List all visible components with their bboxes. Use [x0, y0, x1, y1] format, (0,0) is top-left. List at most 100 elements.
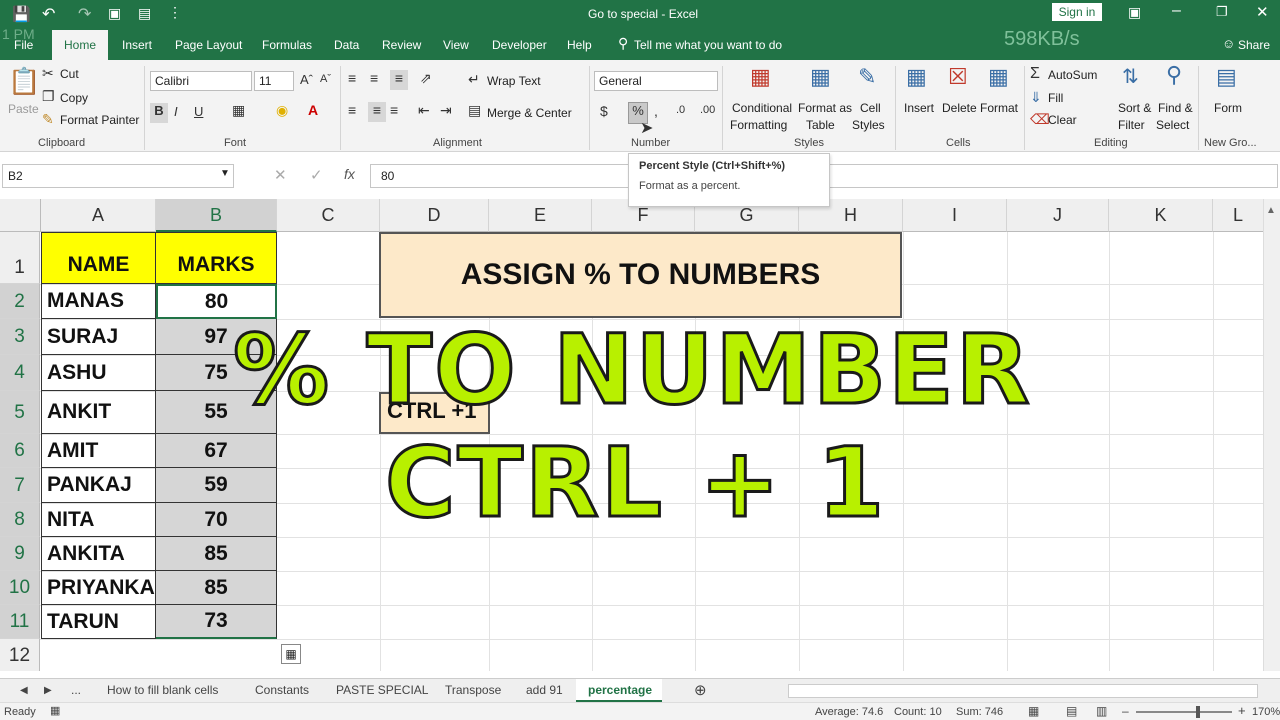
- currency-icon[interactable]: $: [600, 103, 608, 119]
- tab-formulas[interactable]: Formulas: [262, 38, 312, 52]
- marks-cell[interactable]: 67: [156, 434, 277, 468]
- increase-decimal-icon[interactable]: .0: [676, 104, 685, 116]
- page-break-view-icon[interactable]: ▥: [1096, 704, 1107, 718]
- tab-help[interactable]: Help: [567, 38, 592, 52]
- tab-home[interactable]: Home: [64, 38, 96, 52]
- conditional-formatting-label-2[interactable]: Formatting: [730, 118, 787, 132]
- font-size-select[interactable]: 11: [254, 71, 294, 91]
- customize-qat-icon[interactable]: ⋮: [168, 4, 182, 21]
- clear-icon[interactable]: ⌫: [1030, 111, 1050, 128]
- name-cell[interactable]: ANKITA: [41, 537, 156, 571]
- camera-icon[interactable]: ▣: [108, 5, 121, 22]
- insert-function-icon[interactable]: fx: [344, 166, 355, 182]
- row-header-10[interactable]: 10: [0, 571, 40, 605]
- tab-review[interactable]: Review: [382, 38, 421, 52]
- name-cell[interactable]: MANAS: [41, 284, 156, 319]
- align-bottom-icon[interactable]: ≡: [390, 70, 408, 90]
- tab-insert[interactable]: Insert: [122, 38, 152, 52]
- column-header-l[interactable]: L: [1213, 199, 1263, 232]
- column-header-i[interactable]: I: [903, 199, 1007, 232]
- name-cell[interactable]: TARUN: [41, 605, 156, 639]
- wrap-text-icon[interactable]: ↵: [468, 71, 480, 88]
- font-name-select[interactable]: Calibri: [150, 71, 252, 91]
- marks-cell[interactable]: 73: [156, 605, 277, 639]
- format-as-table-label-1[interactable]: Format as: [798, 101, 852, 115]
- column-header-d[interactable]: D: [380, 199, 489, 232]
- sort-filter-label-1[interactable]: Sort &: [1118, 101, 1151, 115]
- tab-add-91[interactable]: add 91: [526, 683, 563, 697]
- italic-icon[interactable]: I: [174, 104, 178, 119]
- borders-icon[interactable]: ▦: [232, 102, 245, 119]
- cut-button[interactable]: Cut: [60, 67, 79, 81]
- tab-constants[interactable]: Constants: [255, 683, 309, 697]
- autosum-button[interactable]: AutoSum: [1048, 68, 1097, 82]
- spreadsheet-grid[interactable]: A B C D E F G H I J K L 1 2 3 4 5 6 7 8 …: [0, 199, 1280, 671]
- header-name-cell[interactable]: NAME: [41, 232, 156, 284]
- fill-button[interactable]: Fill: [1048, 91, 1063, 105]
- decrease-indent-icon[interactable]: ⇤: [418, 102, 430, 119]
- zoom-level[interactable]: 170%: [1252, 706, 1280, 718]
- copy-icon[interactable]: ❐: [42, 88, 55, 105]
- find-select-icon[interactable]: ⚲: [1166, 62, 1182, 88]
- signin-button[interactable]: Sign in: [1052, 3, 1102, 21]
- align-center-icon[interactable]: ≡: [368, 102, 386, 122]
- form-button[interactable]: Form: [1214, 101, 1242, 115]
- underline-icon[interactable]: U: [194, 104, 203, 119]
- format-painter-button[interactable]: Format Painter: [60, 113, 139, 127]
- merge-center-button[interactable]: Merge & Center: [487, 106, 572, 120]
- row-header-9[interactable]: 9: [0, 537, 40, 571]
- paste-icon[interactable]: 📋: [8, 66, 40, 97]
- row-header-7[interactable]: 7: [0, 468, 40, 503]
- zoom-in-icon[interactable]: +: [1238, 703, 1246, 718]
- marks-cell[interactable]: 85: [156, 537, 277, 571]
- column-header-b[interactable]: B: [156, 199, 277, 232]
- insert-cells-button[interactable]: Insert: [904, 101, 934, 115]
- comma-style-icon[interactable]: ,: [654, 103, 658, 119]
- align-right-icon[interactable]: ≡: [390, 102, 398, 118]
- align-middle-icon[interactable]: ≡: [370, 70, 378, 86]
- marks-cell[interactable]: 85: [156, 571, 277, 605]
- tab-view[interactable]: View: [443, 38, 469, 52]
- column-header-a[interactable]: A: [41, 199, 156, 232]
- zoom-slider-thumb[interactable]: [1196, 706, 1200, 718]
- macro-record-icon[interactable]: ▦: [50, 704, 60, 717]
- normal-view-icon[interactable]: ▦: [1028, 704, 1039, 718]
- row-header-3[interactable]: 3: [0, 319, 40, 355]
- tab-percentage[interactable]: percentage: [588, 683, 652, 697]
- tab-how-to-fill-blank-cells[interactable]: How to fill blank cells: [107, 683, 218, 697]
- row-header-2[interactable]: 2: [0, 284, 40, 319]
- fill-icon[interactable]: ⇓: [1030, 89, 1042, 106]
- tab-transpose[interactable]: Transpose: [445, 683, 501, 697]
- row-header-11[interactable]: 11: [0, 605, 40, 639]
- marks-cell[interactable]: 59: [156, 468, 277, 503]
- format-as-table-label-2[interactable]: Table: [806, 118, 835, 132]
- format-cells-button[interactable]: Format: [980, 101, 1018, 115]
- zoom-out-icon[interactable]: –: [1122, 704, 1129, 718]
- zoom-slider[interactable]: [1136, 711, 1232, 713]
- cut-icon[interactable]: ✂: [42, 65, 54, 82]
- minimize-icon[interactable]: –: [1172, 2, 1181, 20]
- find-select-label-2[interactable]: Select: [1156, 118, 1189, 132]
- tab-developer[interactable]: Developer: [492, 38, 547, 52]
- share-button[interactable]: Share: [1238, 38, 1270, 52]
- align-left-icon[interactable]: ≡: [348, 102, 356, 118]
- row-header-5[interactable]: 5: [0, 391, 40, 434]
- name-box[interactable]: B2: [2, 164, 234, 188]
- select-all-corner[interactable]: [0, 199, 41, 232]
- row-header-8[interactable]: 8: [0, 503, 40, 537]
- ribbon-display-icon[interactable]: ▣: [1128, 4, 1141, 21]
- scroll-tabs-left-icon[interactable]: ◀: [20, 685, 28, 696]
- page-layout-view-icon[interactable]: ▤: [1066, 704, 1077, 718]
- conditional-formatting-label-1[interactable]: Conditional: [732, 101, 792, 115]
- scroll-tabs-right-icon[interactable]: ▶: [44, 685, 52, 696]
- clear-button[interactable]: Clear: [1048, 113, 1077, 127]
- cell-styles-label-2[interactable]: Styles: [852, 118, 885, 132]
- copy-button[interactable]: Copy: [60, 91, 88, 105]
- name-cell[interactable]: PRIYANKA: [41, 571, 156, 605]
- format-as-table-icon[interactable]: ▦: [810, 64, 831, 90]
- format-painter-icon[interactable]: ✎: [42, 111, 54, 128]
- paste-button[interactable]: Paste: [8, 102, 39, 116]
- form-icon[interactable]: ▤: [1216, 64, 1237, 90]
- tab-paste-special[interactable]: PASTE SPECIAL: [336, 683, 428, 697]
- sort-filter-label-2[interactable]: Filter: [1118, 118, 1145, 132]
